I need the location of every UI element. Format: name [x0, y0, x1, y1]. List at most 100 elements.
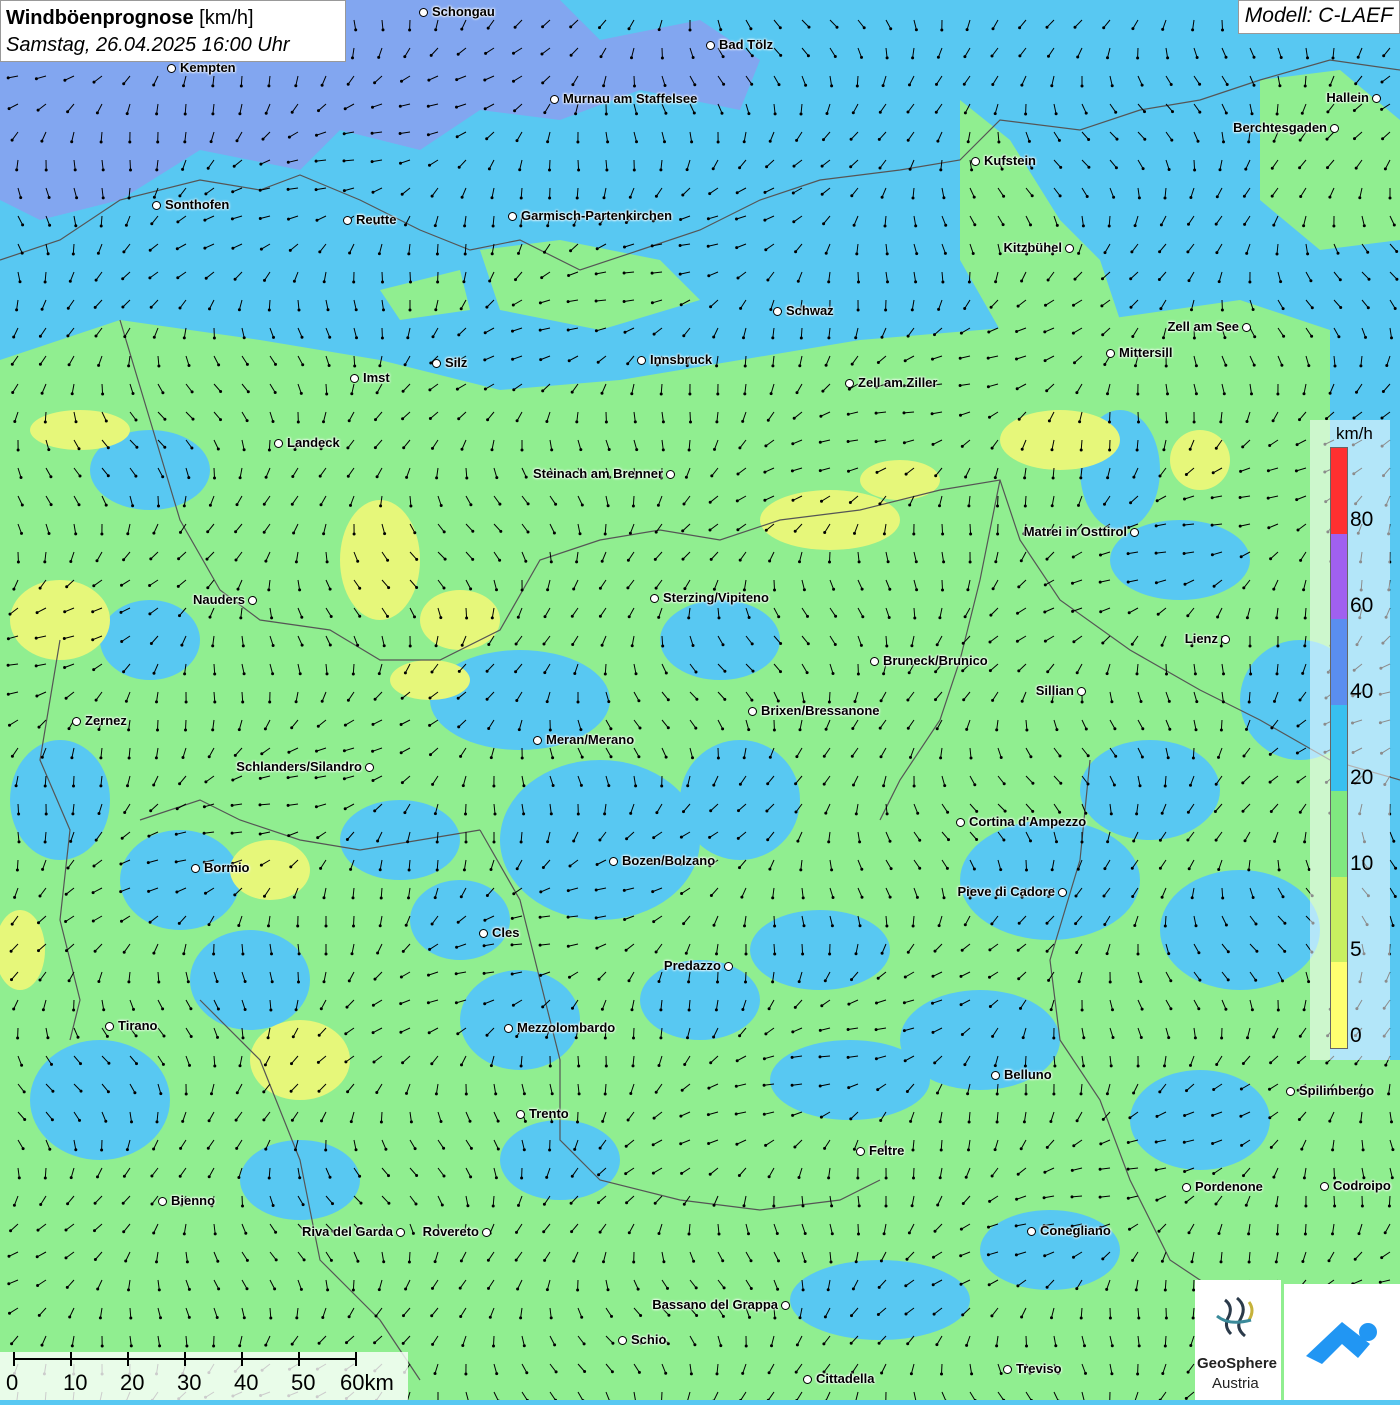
- wind-arrow-head: [910, 1372, 913, 1375]
- wind-arrow-head: [667, 1342, 670, 1345]
- wind-arrow-head: [1169, 1007, 1172, 1010]
- wind-arrow-head: [1381, 137, 1384, 140]
- wind-arrow: [774, 916, 775, 926]
- wind-arrow-head: [1215, 223, 1218, 226]
- wind-arrow-head: [987, 357, 990, 360]
- wind-arrow-head: [967, 140, 970, 143]
- wind-arrow-head: [158, 1344, 161, 1347]
- wind-arrow-head: [1183, 1141, 1186, 1144]
- wind-arrow-head: [736, 1059, 739, 1062]
- wind-arrow: [914, 1168, 915, 1178]
- wind-arrow-head: [325, 953, 328, 956]
- wind-arrow-head: [264, 1148, 267, 1151]
- wind-arrow-head: [356, 560, 359, 563]
- wind-arrow-head: [1078, 980, 1081, 983]
- wind-arrow-head: [736, 191, 739, 194]
- wind-arrow-head: [123, 811, 126, 814]
- wind-arrow-head: [964, 615, 967, 618]
- wind-arrow-head: [543, 111, 546, 114]
- wind-arrow-head: [861, 615, 864, 618]
- wind-arrow-head: [793, 1146, 796, 1149]
- wind-arrow-head: [415, 1174, 418, 1177]
- wind-arrow-head: [1110, 700, 1113, 703]
- wind-arrow-head: [384, 1148, 387, 1151]
- wind-arrow-head: [1072, 304, 1075, 307]
- wind-arrow-head: [519, 224, 522, 227]
- wind-arrow-head: [130, 1120, 133, 1123]
- wind-arrow-head: [1384, 1231, 1387, 1234]
- wind-arrow-head: [1031, 194, 1034, 197]
- wind-arrow-head: [208, 307, 211, 310]
- wind-arrow-head: [602, 1260, 605, 1263]
- wind-arrow-head: [70, 756, 73, 759]
- wind-arrow-head: [959, 357, 962, 360]
- wind-arrow-head: [1133, 924, 1136, 927]
- wind-arrow-head: [1016, 640, 1019, 643]
- wind-arrow-head: [176, 807, 179, 810]
- wind-arrow-head: [692, 1260, 695, 1263]
- wind-arrow-head: [637, 1288, 640, 1291]
- wind-arrow-head: [119, 863, 122, 866]
- wind-arrow-head: [236, 139, 239, 142]
- wind-arrow-head: [9, 613, 12, 616]
- wind-arrow-head: [1198, 111, 1201, 114]
- wind-arrow-head: [403, 55, 406, 58]
- wind-arrow-head: [516, 139, 519, 142]
- wind-arrow: [634, 1028, 635, 1038]
- wind-arrow-head: [300, 392, 303, 395]
- wind-arrow-head: [1074, 26, 1077, 29]
- wind-arrow-head: [379, 504, 382, 507]
- wind-arrow-head: [906, 1258, 909, 1261]
- wind-arrow-head: [820, 500, 823, 503]
- wind-arrow-head: [573, 224, 576, 227]
- wind-arrow-head: [546, 588, 549, 591]
- wind-arrow-head: [832, 896, 835, 899]
- wind-arrow-head: [96, 559, 99, 562]
- wind-arrow-head: [188, 1316, 191, 1319]
- wind-arrow-head: [1249, 673, 1252, 676]
- wind-arrow-head: [763, 499, 766, 502]
- wind-arrow-head: [407, 252, 410, 255]
- wind-arrow-head: [912, 533, 915, 536]
- wind-arrow-head: [856, 85, 859, 88]
- wind-arrow-head: [821, 165, 824, 168]
- wind-arrow-head: [1195, 392, 1198, 395]
- wind-arrow-head: [820, 1004, 823, 1007]
- wind-arrow-head: [548, 169, 551, 172]
- wind-arrow-head: [1244, 839, 1247, 842]
- wind-arrow-head: [690, 140, 693, 143]
- wind-arrow-head: [1116, 138, 1119, 141]
- wind-arrow-head: [743, 392, 746, 395]
- wind-arrow-head: [918, 867, 921, 870]
- wind-arrow-head: [719, 28, 722, 31]
- wind-arrow-head: [991, 1175, 994, 1178]
- wind-arrow-head: [853, 532, 856, 535]
- wind-arrow-head: [301, 363, 304, 366]
- wind-arrow-head: [623, 918, 626, 921]
- wind-arrow-head: [909, 756, 912, 759]
- wind-arrow-head: [883, 1232, 886, 1235]
- wind-arrow-head: [1395, 278, 1398, 281]
- wind-arrow-head: [246, 1259, 249, 1262]
- wind-arrow-head: [1051, 448, 1054, 451]
- wind-arrow-head: [415, 1203, 418, 1206]
- wind-arrow-head: [183, 504, 186, 507]
- wind-arrow-head: [708, 192, 711, 195]
- wind-arrow-head: [49, 475, 52, 478]
- wind-arrow-head: [828, 953, 831, 956]
- wind-arrow-head: [850, 138, 853, 141]
- wind-arrow-head: [858, 1204, 861, 1207]
- wind-arrow-head: [401, 697, 404, 700]
- wind-arrow-head: [853, 224, 856, 227]
- wind-arrow-head: [936, 727, 939, 730]
- wind-arrow: [1026, 1336, 1027, 1346]
- wind-arrow-head: [885, 1177, 888, 1180]
- wind-arrow-head: [457, 333, 460, 336]
- wind-arrow-head: [17, 449, 20, 452]
- wind-arrow-head: [571, 391, 574, 394]
- wind-arrow-head: [135, 446, 138, 449]
- wind-arrow-head: [405, 924, 408, 927]
- wind-arrow-head: [659, 1036, 662, 1039]
- wind-arrow-head: [886, 280, 889, 283]
- wind-arrow-head: [179, 1175, 182, 1178]
